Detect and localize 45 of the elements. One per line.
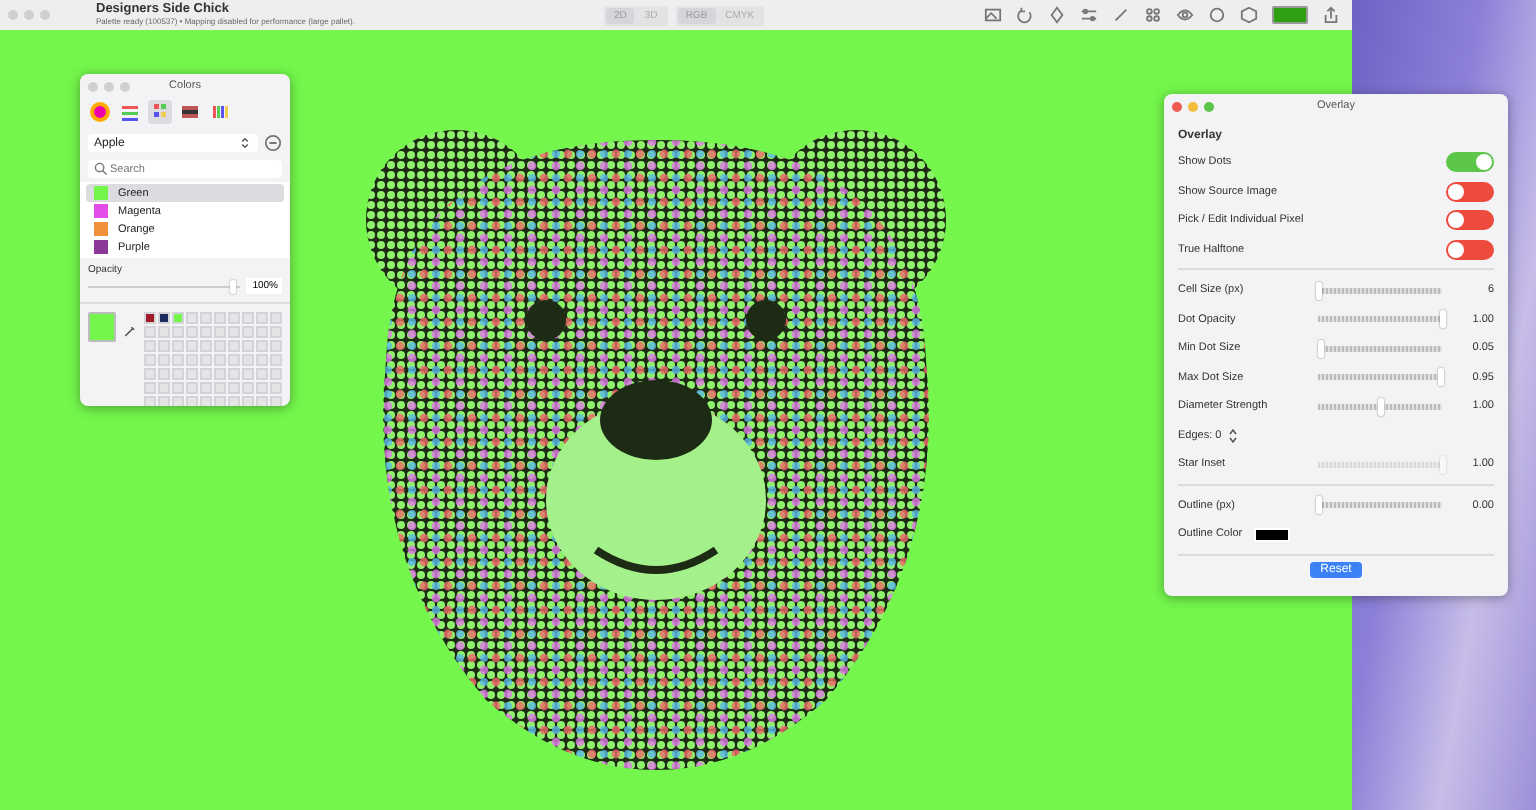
eye-icon[interactable]: [1176, 6, 1194, 24]
pencil-icon[interactable]: [1112, 6, 1130, 24]
slider-track[interactable]: [1318, 345, 1442, 352]
slider-track[interactable]: [1318, 374, 1442, 381]
slider-thumb[interactable]: [1316, 496, 1322, 515]
crayons-icon: [210, 102, 230, 122]
color-wheel-icon: [90, 102, 110, 122]
search-icon: [94, 162, 108, 176]
slider-thumb[interactable]: [1316, 281, 1322, 300]
slider-thumb[interactable]: [1440, 310, 1446, 329]
slider-thumb[interactable]: [1378, 397, 1384, 416]
color-swatch[interactable]: [172, 312, 184, 324]
color-sliders-icon: [120, 102, 140, 122]
slider-thumb[interactable]: [1437, 368, 1444, 387]
slider-track[interactable]: [1318, 316, 1442, 323]
rotate-icon[interactable]: [1016, 6, 1034, 24]
share-icon[interactable]: [1322, 6, 1340, 24]
more-options-icon[interactable]: [264, 134, 282, 152]
hexagon-icon[interactable]: [1240, 6, 1258, 24]
color-swatch[interactable]: [144, 312, 156, 324]
color-swatch[interactable]: [158, 312, 170, 324]
toggle-switch[interactable]: [1446, 181, 1494, 202]
current-color-well[interactable]: [88, 312, 116, 342]
slider-track[interactable]: [1318, 403, 1442, 410]
sliders-icon[interactable]: [1080, 6, 1098, 24]
grid-icon[interactable]: [1144, 6, 1162, 24]
color-palette-icon: [150, 102, 170, 122]
stepper-icon[interactable]: [1227, 427, 1238, 444]
eyedropper-icon[interactable]: [123, 324, 136, 338]
colors-tab[interactable]: [208, 100, 232, 124]
image-spectrum-icon: [180, 102, 200, 122]
toggle-switch[interactable]: [1446, 239, 1494, 260]
colors-tab[interactable]: [88, 100, 112, 124]
chevron-icon: [238, 136, 252, 150]
toggle-switch[interactable]: [1446, 210, 1494, 231]
toggle-switch[interactable]: [1446, 152, 1494, 173]
image-icon[interactable]: [984, 6, 1002, 24]
color-well[interactable]: [1272, 6, 1308, 24]
slider-track[interactable]: [1318, 287, 1442, 294]
slider-thumb[interactable]: [1318, 339, 1325, 358]
slider-track[interactable]: [1318, 502, 1442, 509]
colors-tab[interactable]: [118, 100, 142, 124]
circle-icon[interactable]: [1208, 6, 1226, 24]
colors-tab[interactable]: [178, 100, 202, 124]
colors-tab[interactable]: [148, 100, 172, 124]
